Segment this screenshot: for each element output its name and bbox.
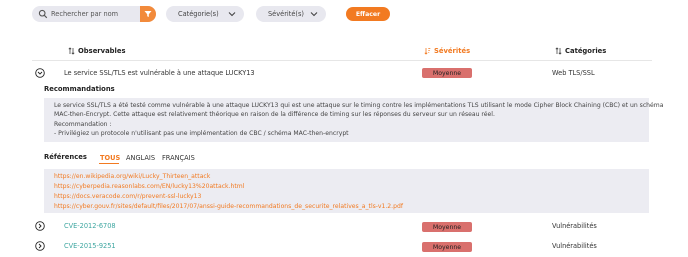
chevron-down-icon [310, 12, 318, 17]
recommendation-line: Le service SSL/TLS a été testé comme vul… [54, 102, 664, 109]
search-input[interactable] [51, 6, 143, 22]
tab-english[interactable]: ANGLAIS [126, 154, 155, 162]
category-filter-label: Catégorie(s) [178, 10, 219, 18]
chevron-down-icon [228, 12, 236, 17]
filter-icon [144, 11, 152, 17]
column-header-label: Sévérités [434, 47, 471, 55]
category-filter-dropdown[interactable]: Catégorie(s) [166, 6, 244, 22]
severity-filter-label: Sévérité(s) [268, 10, 304, 18]
observable-name: Le service SSL/TLS est vulnérable à une … [64, 69, 255, 77]
sort-desc-icon [424, 48, 431, 55]
sort-icon [555, 47, 562, 55]
expand-row-icon[interactable] [35, 221, 45, 231]
severity-badge: Moyenne [422, 222, 472, 232]
observable-name[interactable]: CVE-2012-6708 [64, 222, 116, 230]
references-title: Références [44, 153, 87, 161]
column-header-severities[interactable]: Sévérités [424, 47, 470, 55]
search-icon [38, 9, 48, 19]
clear-button[interactable]: Effacer [346, 7, 390, 21]
sort-icon [68, 47, 75, 55]
recommendation-line: - Privilégiez un protocole n'utilisant p… [54, 130, 349, 138]
severity-badge: Moyenne [422, 68, 472, 78]
severity-filter-dropdown[interactable]: Sévérité(s) [256, 6, 326, 22]
category-cell: Vulnérabilités [552, 242, 597, 250]
column-header-label: Observables [78, 47, 126, 55]
recommendation-line: MAC-then-Encrypt. Cette attaque est rela… [54, 111, 495, 119]
category-cell: Vulnérabilités [552, 222, 597, 230]
expand-row-icon[interactable] [35, 241, 45, 251]
filter-button[interactable] [140, 6, 156, 22]
search-bar [32, 6, 156, 22]
severity-badge: Moyenne [422, 242, 472, 252]
reference-link[interactable]: https://cyber.gouv.fr/sites/default/file… [54, 202, 639, 212]
tab-all[interactable]: TOUS [100, 154, 120, 162]
reference-link[interactable]: https://en.wikipedia.org/wiki/Lucky_Thir… [54, 172, 639, 182]
active-tab-indicator [99, 163, 119, 164]
references-panel: https://en.wikipedia.org/wiki/Lucky_Thir… [44, 169, 649, 213]
category-cell: Web TLS/SSL [552, 69, 595, 77]
recommendations-title: Recommandations [44, 85, 115, 93]
observable-name[interactable]: CVE-2015-9251 [64, 242, 116, 250]
reference-link[interactable]: https://docs.veracode.com/r/prevent-ssl-… [54, 192, 639, 202]
column-header-observables[interactable]: Observables [68, 47, 126, 55]
recommendation-line: Recommandation : [54, 120, 112, 128]
tab-french[interactable]: FRANÇAIS [162, 154, 195, 162]
recommendations-panel: Le service SSL/TLS a été testé comme vul… [44, 98, 664, 142]
collapse-row-icon[interactable] [35, 68, 45, 78]
column-header-label: Catégories [565, 47, 607, 55]
column-header-categories[interactable]: Catégories [555, 47, 606, 55]
reference-link[interactable]: https://cyberpedia.reasonlabs.com/EN/luc… [54, 182, 639, 192]
divider [32, 60, 652, 61]
